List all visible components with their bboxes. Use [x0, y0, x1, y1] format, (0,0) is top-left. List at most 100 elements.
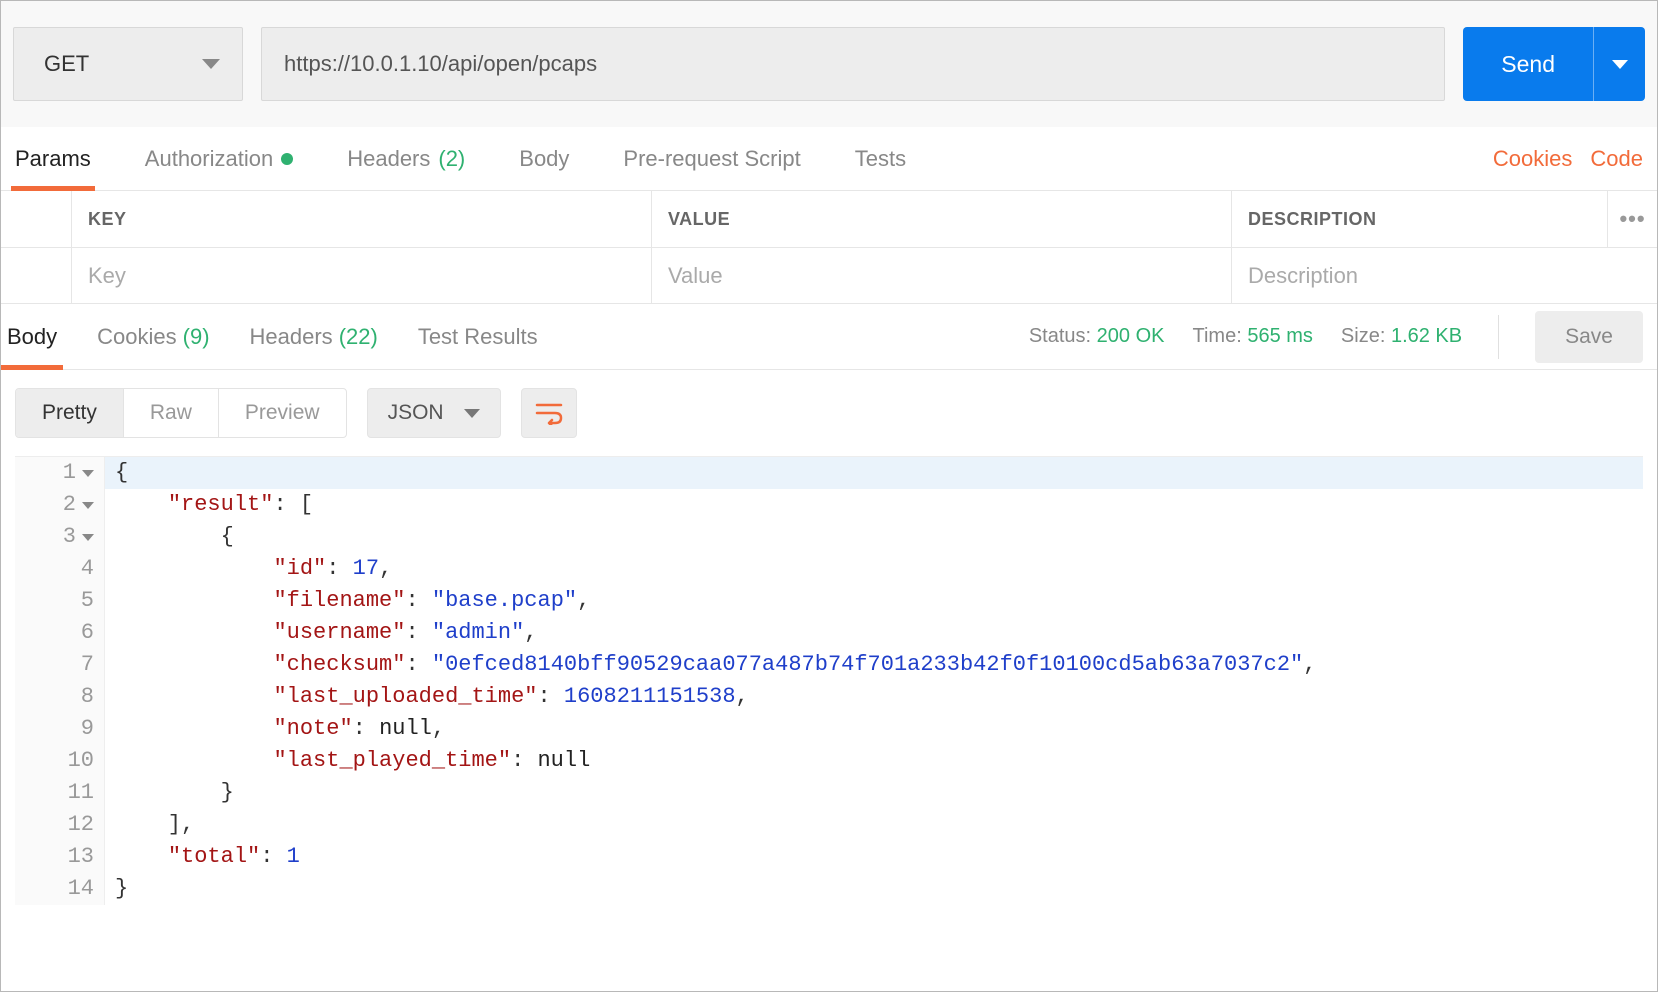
line-number: 2 — [15, 489, 105, 521]
resp-tab-test-results[interactable]: Test Results — [414, 304, 542, 369]
params-more-header[interactable]: ••• — [1607, 191, 1657, 247]
send-button[interactable]: Send — [1463, 27, 1593, 101]
request-links: Cookies Code — [1493, 146, 1643, 172]
chevron-down-icon — [202, 59, 220, 69]
request-bar: GET https://10.0.1.10/api/open/pcaps Sen… — [1, 1, 1657, 127]
tab-body[interactable]: Body — [519, 127, 569, 190]
code-line: 9 "note": null, — [15, 713, 1643, 745]
fold-icon[interactable] — [82, 470, 94, 477]
params-value-header: VALUE — [651, 191, 1231, 247]
params-row-end — [1607, 248, 1657, 303]
url-text: https://10.0.1.10/api/open/pcaps — [284, 51, 597, 77]
resp-tab-headers-label: Headers — [250, 324, 333, 350]
send-button-group: Send — [1463, 27, 1645, 101]
line-number: 11 — [15, 777, 105, 809]
line-number: 5 — [15, 585, 105, 617]
tab-headers[interactable]: Headers (2) — [347, 127, 465, 190]
resp-cookies-count: (9) — [183, 324, 210, 350]
tab-authorization[interactable]: Authorization — [145, 127, 293, 190]
url-input[interactable]: https://10.0.1.10/api/open/pcaps — [261, 27, 1445, 101]
params-key-input[interactable]: Key — [71, 248, 651, 303]
params-desc-input[interactable]: Description — [1231, 248, 1607, 303]
resp-tab-body[interactable]: Body — [3, 304, 61, 369]
view-pretty[interactable]: Pretty — [16, 389, 124, 437]
view-mode-segment: Pretty Raw Preview — [15, 388, 347, 438]
size-label: Size: — [1341, 325, 1385, 347]
code-line: 14 } — [15, 873, 1643, 905]
line-number: 10 — [15, 745, 105, 777]
params-table-row: Key Value Description — [1, 247, 1657, 303]
time-value: 565 ms — [1247, 325, 1313, 347]
code-link[interactable]: Code — [1590, 146, 1643, 172]
params-table-header: KEY VALUE DESCRIPTION ••• — [1, 191, 1657, 247]
params-value-input[interactable]: Value — [651, 248, 1231, 303]
code-line: 8 "last_uploaded_time": 1608211151538, — [15, 681, 1643, 713]
response-body-viewer[interactable]: 1 { 2 "result": [ 3 { 4 "id": 17, 5 "fil… — [15, 456, 1643, 905]
format-select[interactable]: JSON — [367, 388, 501, 438]
code-line: 5 "filename": "base.pcap", — [15, 585, 1643, 617]
tab-prerequest-label: Pre-request Script — [623, 146, 800, 172]
tab-body-label: Body — [519, 146, 569, 172]
params-key-header: KEY — [71, 191, 651, 247]
tab-params-label: Params — [15, 146, 91, 172]
size-block: Size: 1.62 KB — [1341, 325, 1462, 348]
request-tabs: Params Authorization Headers (2) Body Pr… — [15, 127, 906, 190]
fold-icon[interactable] — [82, 502, 94, 509]
request-tabs-row: Params Authorization Headers (2) Body Pr… — [1, 127, 1657, 191]
http-method-select[interactable]: GET — [13, 27, 243, 101]
code-line: 10 "last_played_time": null — [15, 745, 1643, 777]
status-dot-icon — [281, 153, 293, 165]
cookies-link[interactable]: Cookies — [1493, 146, 1572, 172]
resp-tab-cookies[interactable]: Cookies (9) — [93, 304, 213, 369]
status-label: Status: — [1029, 325, 1091, 347]
tab-tests[interactable]: Tests — [855, 127, 906, 190]
code-line: 2 "result": [ — [15, 489, 1643, 521]
line-number: 4 — [15, 553, 105, 585]
line-number: 3 — [15, 521, 105, 553]
code-line: 12 ], — [15, 809, 1643, 841]
view-raw[interactable]: Raw — [124, 389, 219, 437]
headers-count: (2) — [438, 146, 465, 172]
line-number: 8 — [15, 681, 105, 713]
line-number: 1 — [15, 457, 105, 489]
save-button[interactable]: Save — [1535, 311, 1643, 363]
body-toolbar: Pretty Raw Preview JSON — [1, 370, 1657, 456]
line-number: 14 — [15, 873, 105, 905]
tab-params[interactable]: Params — [15, 127, 91, 190]
code-line: 11 } — [15, 777, 1643, 809]
tab-prerequest[interactable]: Pre-request Script — [623, 127, 800, 190]
resp-tab-headers[interactable]: Headers (22) — [246, 304, 382, 369]
code-line: 3 { — [15, 521, 1643, 553]
code-line: 1 { — [15, 457, 1643, 489]
line-number: 9 — [15, 713, 105, 745]
params-desc-header: DESCRIPTION — [1231, 191, 1607, 247]
chevron-down-icon — [1612, 60, 1628, 69]
chevron-down-icon — [464, 409, 480, 418]
code-line: 4 "id": 17, — [15, 553, 1643, 585]
line-number: 7 — [15, 649, 105, 681]
wrap-lines-button[interactable] — [521, 388, 577, 438]
code-line: 13 "total": 1 — [15, 841, 1643, 873]
format-label: JSON — [388, 401, 444, 425]
resp-tab-body-label: Body — [7, 324, 57, 350]
fold-icon[interactable] — [82, 534, 94, 541]
line-number: 13 — [15, 841, 105, 873]
tab-authorization-label: Authorization — [145, 146, 273, 172]
http-method-label: GET — [44, 51, 89, 77]
code-line: 6 "username": "admin", — [15, 617, 1643, 649]
divider — [1498, 315, 1499, 359]
line-number: 6 — [15, 617, 105, 649]
more-icon: ••• — [1619, 206, 1645, 232]
tab-tests-label: Tests — [855, 146, 906, 172]
send-options-button[interactable] — [1593, 27, 1645, 101]
time-block: Time: 565 ms — [1193, 325, 1313, 348]
tab-headers-label: Headers — [347, 146, 430, 172]
resp-tab-test-results-label: Test Results — [418, 324, 538, 350]
params-row-checkbox[interactable] — [1, 248, 71, 303]
view-preview[interactable]: Preview — [219, 389, 346, 437]
code-line: 7 "checksum": "0efced8140bff90529caa077a… — [15, 649, 1643, 681]
line-number: 12 — [15, 809, 105, 841]
time-label: Time: — [1193, 325, 1242, 347]
status-value: 200 OK — [1097, 325, 1165, 347]
size-value: 1.62 KB — [1391, 325, 1462, 347]
